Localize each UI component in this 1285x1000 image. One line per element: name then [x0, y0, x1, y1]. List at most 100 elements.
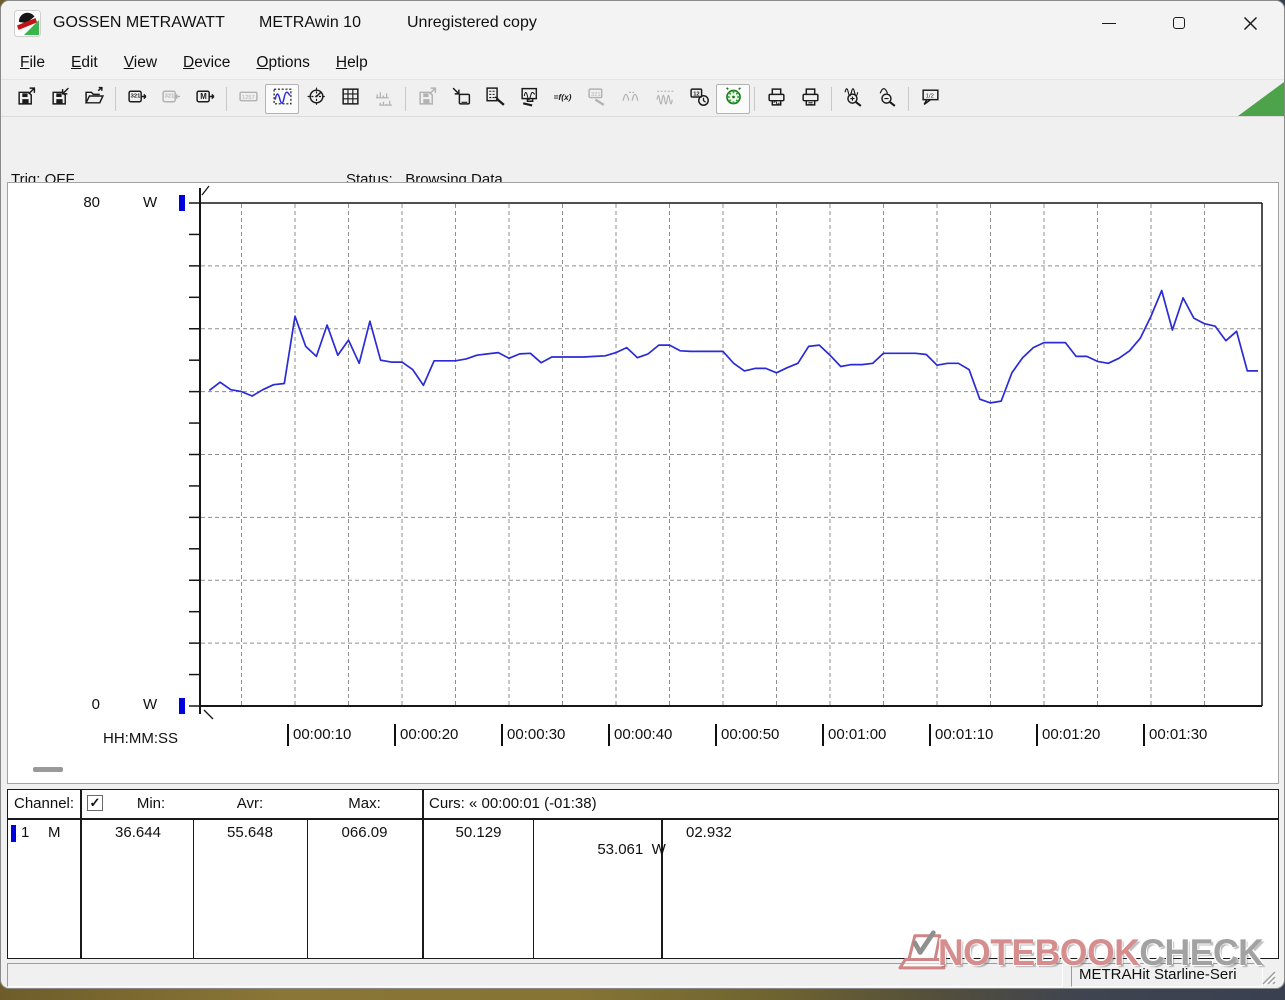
cursor-right-value: 53.061: [597, 841, 643, 858]
titlebar-license-note: Unregistered copy: [407, 14, 537, 32]
cell-min: 36.644: [83, 824, 193, 841]
x-tick-bar: [394, 724, 396, 746]
x-tick-label: 00:01:10: [929, 726, 993, 746]
read-device-button[interactable]: 321: [120, 84, 154, 114]
svg-text:321: 321: [590, 91, 600, 97]
y-axis-unit-bottom: W: [143, 696, 157, 713]
menu-edit[interactable]: Edit: [58, 49, 111, 77]
formula-button[interactable]: =f(x): [546, 84, 580, 114]
x-tick-label: 00:00:10: [287, 726, 351, 746]
channel-checkbox[interactable]: ✓: [87, 795, 103, 811]
table-view-icon: [340, 86, 361, 112]
menu-file[interactable]: File: [7, 49, 58, 77]
x-tick-label: 00:01:30: [1143, 726, 1207, 746]
menu-view[interactable]: View: [111, 49, 170, 77]
titlebar-doc-title: METRAwin 10: [259, 14, 361, 32]
svg-text:12: 12: [693, 91, 699, 97]
zoom-in-button[interactable]: [836, 84, 870, 114]
col-header-avr: Avr:: [193, 795, 307, 812]
svg-text:321: 321: [130, 93, 140, 99]
meter-view-icon: [306, 86, 327, 112]
zoom-out-icon: [877, 86, 898, 112]
toolbar-separator: [226, 87, 227, 111]
print-preview-button[interactable]: [759, 84, 793, 114]
trigger-wave-icon: [621, 86, 642, 112]
sample-wave-button: [648, 84, 682, 114]
chart-plot-area[interactable]: [8, 183, 1278, 783]
x-tick-bar: [1036, 724, 1038, 746]
meter-view-button[interactable]: [299, 84, 333, 114]
x-tick-bar: [501, 724, 503, 746]
menu-options[interactable]: Options: [243, 49, 322, 77]
svg-text:1257: 1257: [241, 95, 254, 101]
cell-cursor-right: 53.061 W: [564, 824, 666, 875]
menu-help[interactable]: Help: [323, 49, 381, 77]
channel-color-marker: [11, 825, 16, 842]
cell-cursor-left: 50.129: [424, 824, 533, 841]
chart-scroll-handle[interactable]: [33, 767, 63, 772]
x-axis-format-label: HH:MM:SS: [103, 730, 178, 747]
open-file-button[interactable]: [77, 84, 111, 114]
annotation-button[interactable]: 1/2: [913, 84, 947, 114]
resize-grip[interactable]: [1260, 969, 1276, 985]
measurement-table: Channel: ✓ Min: Avr: Max: Curs: « 00:00:…: [7, 789, 1279, 959]
desktop: GOSSEN METRAWATT METRAwin 10 Unregistere…: [0, 0, 1285, 1000]
clock-settings-icon: 12: [689, 86, 710, 112]
x-tick-label: 00:01:20: [1036, 726, 1100, 746]
monitor-settings-button[interactable]: [512, 84, 546, 114]
device-settings-button[interactable]: [478, 84, 512, 114]
menubar: FileEditViewDeviceOptionsHelp: [1, 46, 1284, 80]
x-tick-label: 00:00:40: [608, 726, 672, 746]
y-axis-min-label: 0: [66, 696, 100, 713]
histogram-view-button: [367, 84, 401, 114]
toolbar-separator: [831, 87, 832, 111]
menu-device[interactable]: Device: [170, 49, 243, 77]
x-tick-bar: [929, 724, 931, 746]
chart-view-icon: [272, 86, 293, 112]
statusbar-device-field: METRAHit Starline-Seri: [1071, 963, 1263, 987]
x-tick-bar: [715, 724, 717, 746]
chart-view-button[interactable]: [265, 84, 299, 114]
x-tick-label: 00:00:50: [715, 726, 779, 746]
cell-avr: 55.648: [193, 824, 307, 841]
svg-text:M: M: [200, 92, 207, 101]
export-data-icon: [417, 86, 438, 112]
close-icon: [1243, 16, 1258, 31]
cell-channel-number: 1: [21, 824, 29, 841]
close-button[interactable]: [1220, 1, 1280, 45]
trigger-wave-button: [614, 84, 648, 114]
x-tick-bar: [608, 724, 610, 746]
display-settings-icon: 321: [587, 86, 608, 112]
maximize-button[interactable]: [1149, 1, 1209, 45]
write-device-button: 321: [154, 84, 188, 114]
zoom-out-button[interactable]: [870, 84, 904, 114]
print-preview-icon: [766, 86, 787, 112]
clock-settings-button[interactable]: 12: [682, 84, 716, 114]
numeric-view-button: 1257: [231, 84, 265, 114]
col-header-channel: Channel:: [14, 795, 74, 812]
minimize-button[interactable]: [1079, 1, 1139, 45]
x-tick-bar: [822, 724, 824, 746]
interval-timer-icon: [723, 86, 744, 112]
import-data-icon: [451, 86, 472, 112]
table-view-button[interactable]: [333, 84, 367, 114]
floppy-export-button[interactable]: [9, 84, 43, 114]
import-data-button[interactable]: [444, 84, 478, 114]
x-tick-label: 00:00:20: [394, 726, 458, 746]
cursor-right-unit: W: [652, 841, 666, 858]
floppy-export-icon: [16, 86, 37, 112]
svg-text:1/2: 1/2: [925, 93, 933, 99]
statusbar-message-field: [7, 963, 1063, 987]
x-tick-bar: [1143, 724, 1145, 746]
numeric-view-icon: 1257: [238, 86, 259, 112]
floppy-import-button[interactable]: [43, 84, 77, 114]
zoom-in-icon: [843, 86, 864, 112]
minimize-icon: [1102, 23, 1116, 24]
read-memory-button[interactable]: M: [188, 84, 222, 114]
print-button[interactable]: [793, 84, 827, 114]
annotation-icon: 1/2: [920, 86, 941, 112]
floppy-import-icon: [50, 86, 71, 112]
read-memory-icon: M: [195, 86, 216, 112]
x-tick-bar: [287, 724, 289, 746]
interval-timer-button[interactable]: [716, 84, 750, 114]
